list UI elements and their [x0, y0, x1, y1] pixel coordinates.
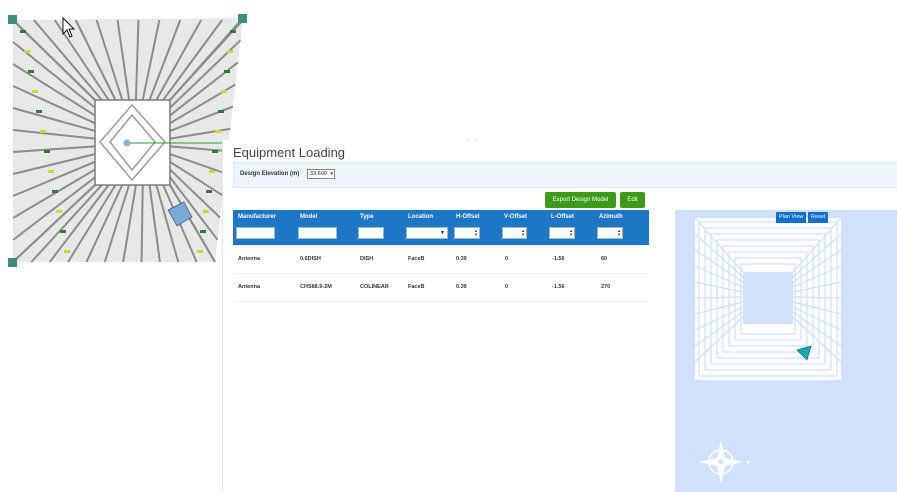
- cell-l-offset: -1.56: [552, 284, 565, 290]
- column-header-azimuth: Azimuth: [599, 214, 623, 220]
- spinner-icon[interactable]: ▲ ▼: [569, 229, 573, 237]
- column-header-h-offset: H-Offset: [456, 214, 480, 220]
- chevron-down-icon: ▼: [440, 230, 445, 236]
- design-elevation-bar: Design Elevation (m) 33.600 ▾: [233, 162, 897, 188]
- filter-location-select[interactable]: ▼: [406, 227, 448, 239]
- filter-v-offset-stepper[interactable]: ▲ ▼: [502, 227, 527, 239]
- spinner-icon[interactable]: ▲ ▼: [474, 229, 478, 237]
- cell-location: FaceB: [408, 284, 425, 290]
- cell-h-offset: 0.39: [456, 284, 467, 290]
- table-row[interactable]: Antenna 0.6DISH DISH FaceB 0.39 0 -1.56 …: [233, 245, 649, 274]
- cell-model: 0.6DISH: [300, 256, 321, 262]
- spinner-icon[interactable]: ▲ ▼: [521, 229, 525, 237]
- export-design-model-button[interactable]: Export Design Model: [545, 192, 616, 208]
- table-header: Manufacturer Model Type Location H-Offse…: [233, 210, 649, 245]
- cell-azimuth: 270: [601, 284, 611, 290]
- cell-h-offset: 0.39: [456, 256, 467, 262]
- filter-azimuth-stepper[interactable]: ▲ ▼: [597, 227, 623, 239]
- edit-button[interactable]: Edit: [620, 192, 645, 208]
- cell-model: CHS88.9-2M: [300, 284, 332, 290]
- cell-manufacturer: Antenna: [238, 284, 260, 290]
- cell-l-offset: -1.56: [552, 256, 565, 262]
- cell-type: COLINEAR: [360, 284, 389, 290]
- compass-rose-icon: [699, 440, 751, 484]
- filter-manufacturer-input[interactable]: [236, 227, 275, 239]
- equipment-loading-panel: Equipment Loading Design Elevation (m) 3…: [222, 140, 897, 492]
- filter-model-input[interactable]: [298, 227, 337, 239]
- chevron-down-icon: ▾: [330, 171, 333, 177]
- table-row[interactable]: Antenna CHS88.9-2M COLINEAR FaceB 0.39 0…: [233, 273, 649, 302]
- cell-v-offset: 0: [505, 256, 509, 262]
- cell-location: FaceB: [408, 256, 425, 262]
- filter-l-offset-stepper[interactable]: ▲ ▼: [549, 227, 575, 239]
- measure-start-handle[interactable]: [123, 139, 131, 147]
- design-elevation-select[interactable]: 33.600 ▾: [307, 169, 335, 179]
- column-header-v-offset: V-Offset: [504, 214, 528, 220]
- design-elevation-label: Design Elevation (m): [240, 171, 300, 177]
- cell-azimuth: 60: [601, 256, 608, 262]
- column-header-l-offset: L-Offset: [551, 214, 574, 220]
- column-header-type: Type: [360, 214, 374, 220]
- column-header-location: Location: [408, 214, 433, 220]
- spinner-icon[interactable]: ▲ ▼: [617, 229, 621, 237]
- design-elevation-value: 33.600: [310, 171, 327, 177]
- column-header-model: Model: [300, 214, 318, 220]
- reset-button[interactable]: Reset: [808, 212, 829, 223]
- cell-type: DISH: [360, 256, 374, 262]
- filter-h-offset-stepper[interactable]: ▲ ▼: [454, 227, 480, 239]
- plan-view-canvas[interactable]: Plan View Reset: [675, 210, 897, 492]
- plan-view-button[interactable]: Plan View: [776, 212, 807, 223]
- page-title: Equipment Loading: [233, 145, 346, 160]
- filter-type-input[interactable]: [358, 227, 384, 239]
- column-header-manufacturer: Manufacturer: [238, 214, 277, 220]
- cell-manufacturer: Antenna: [238, 256, 260, 262]
- cell-v-offset: 0: [505, 284, 509, 290]
- tower-3d-view[interactable]: [0, 0, 260, 280]
